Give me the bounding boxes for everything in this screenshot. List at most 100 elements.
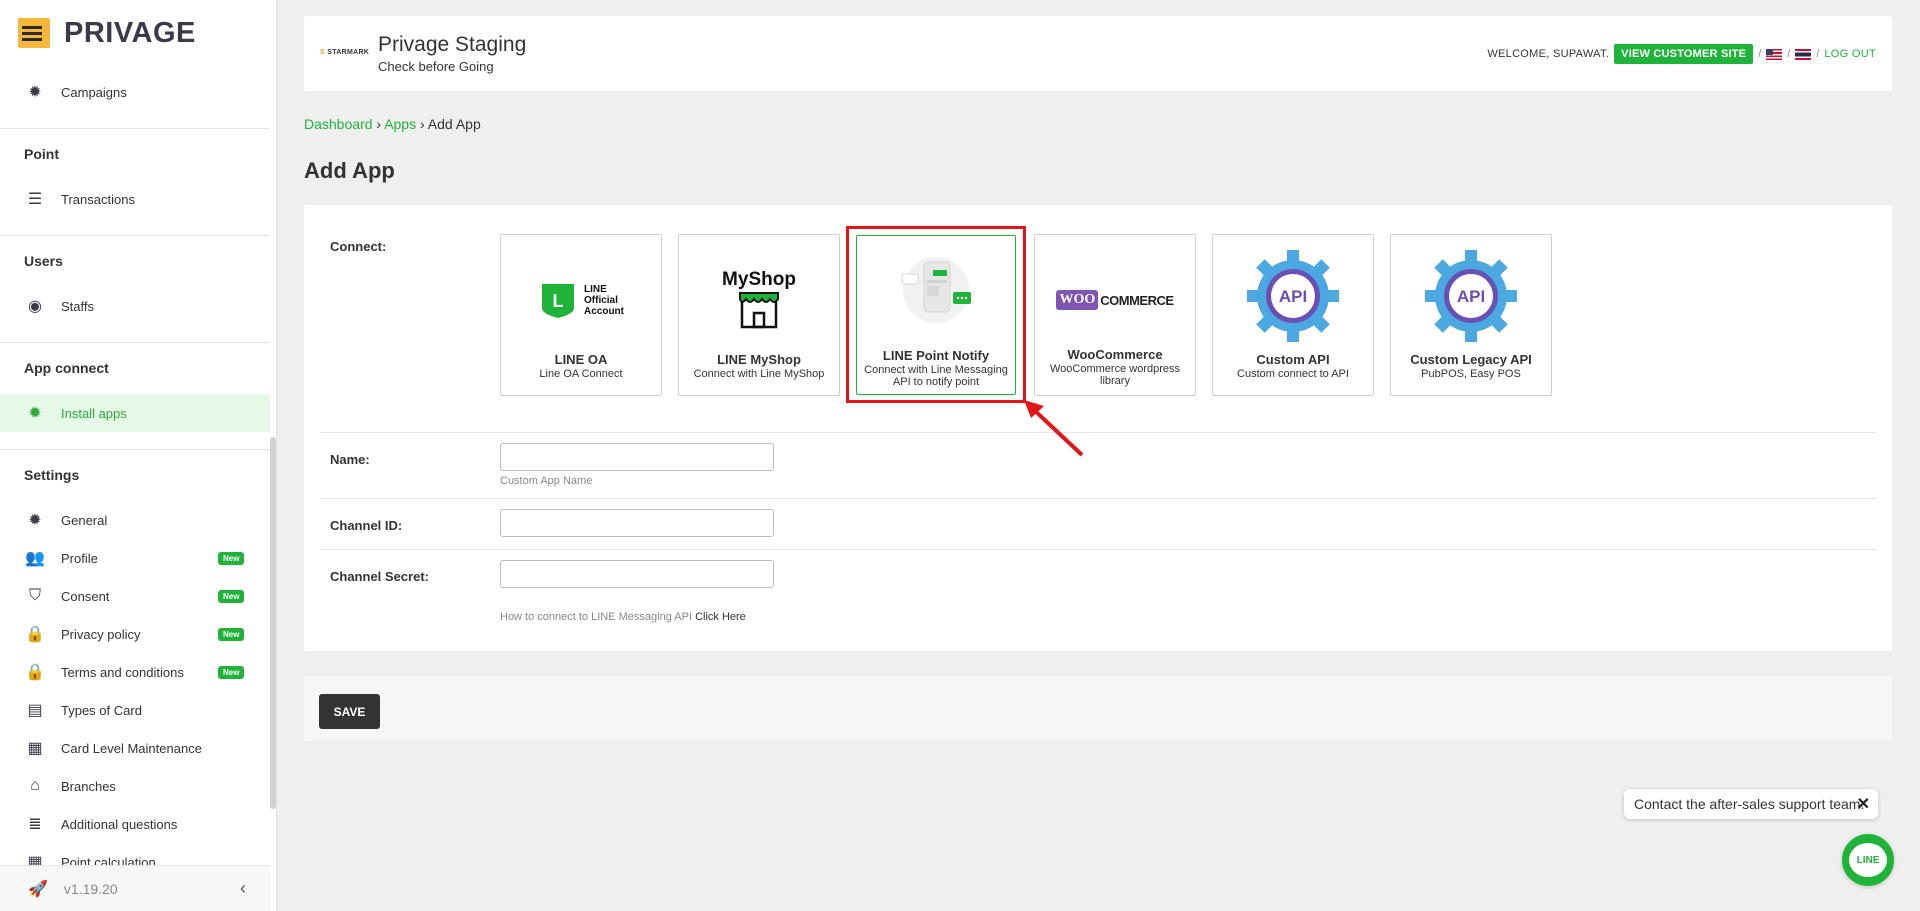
section-point: Point [24,146,59,162]
brand-name: PRIVAGE [64,16,196,49]
app-tile-custom-legacy-api[interactable]: API Custom Legacy API PubPOS, Easy POS [1390,234,1552,396]
myshop-logo: MyShop [679,265,839,335]
sidebar-item-label: Transactions [61,191,135,207]
thai-flag-icon[interactable] [1795,48,1812,60]
support-tooltip: Contact the after-sales support team. ✕ [1624,789,1878,819]
rocket-icon: 🚀 [28,880,48,898]
sidebar-item-staffs[interactable]: ◉ Staffs [0,287,270,325]
id-card-icon: ▤ [27,702,43,719]
breadcrumb-dashboard[interactable]: Dashboard [304,116,373,132]
sidebar-item-branches[interactable]: ⌂ Branches [0,767,270,805]
users-icon: 👥 [25,550,45,567]
sidebar-item-label: Profile [61,550,98,566]
sidebar-item-label: General [61,512,108,528]
svg-text:API: API [1457,287,1485,306]
app-tile-custom-api[interactable]: API Custom API Custom connect to API [1212,234,1374,396]
app-tile-desc: Connect with Line MyShop [693,368,825,380]
breadcrumb-apps[interactable]: Apps [384,116,416,132]
list-icon: ☰ [27,191,43,208]
sidebar-item-transactions[interactable]: ☰ Transactions [0,180,270,218]
sidebar-item-additional-questions[interactable]: ≣ Additional questions [0,805,270,843]
sidebar-item-label: Install apps [61,405,127,421]
starmark-logo: S STARMARK [320,49,370,56]
app-tile-desc: WooCommerce wordpress library [1049,363,1180,387]
us-flag-icon[interactable] [1766,48,1783,60]
section-settings: Settings [24,467,80,483]
gear-icon: ✹ [28,405,42,422]
top-header: S STARMARK Privage Staging Check before … [304,16,1892,91]
api-gear-icon: API [1391,250,1551,342]
app-tile-name: LINE Point Notify [882,348,990,363]
gear-icon: ✹ [28,512,42,529]
line-chat-button[interactable]: LINE [1842,834,1894,886]
api-gear-icon: API [1213,250,1373,342]
close-icon[interactable]: ✕ [1857,794,1870,814]
breadcrumb-current: Add App [427,116,481,132]
messaging-api-help: How to connect to LINE Messaging API Cli… [500,611,746,623]
header-actions: WELCOME, SUPAWAT. VIEW CUSTOMER SITE / /… [1487,44,1876,64]
logout-link[interactable]: LOG OUT [1824,48,1876,60]
sidebar-item-label: Card Level Maintenance [61,740,202,756]
sidebar-item-label: Branches [61,778,116,794]
app-tile-name: LINE MyShop [717,352,801,367]
channel-secret-label: Channel Secret: [330,569,429,584]
sidebar-footer: 🚀 v1.19.20 ‹ [0,865,270,911]
sidebar-item-types-of-card[interactable]: ▤ Types of Card [0,691,270,729]
app-tile-line-point-notify[interactable]: LINE Point Notify Connect with Line Mess… [856,235,1016,395]
sidebar-item-profile[interactable]: 👥 Profile New [0,539,270,577]
shop-icon [739,292,779,329]
click-here-link[interactable]: Click Here [695,611,746,623]
breadcrumb: Dashboard › Apps › Add App [304,116,481,132]
app-tile-name: Custom Legacy API [1410,352,1532,367]
user-circle-icon: ◉ [28,298,42,315]
sidebar-item-general[interactable]: ✹ General [0,501,270,539]
sidebar-item-label: Types of Card [61,702,142,718]
app-tile-desc: Connect with Line Messaging API to notif… [864,364,1008,388]
add-app-form: Connect: L LINE Official Account LINE OA L… [304,205,1892,651]
chevron-left-icon[interactable]: ‹ [240,878,246,899]
sidebar-item-campaigns[interactable]: ✹ Campaigns [0,73,270,111]
lock-icon: 🔒 [25,664,45,681]
sidebar-item-card-level[interactable]: ▦ Card Level Maintenance [0,729,270,767]
save-bar: SAVE [304,676,1892,741]
svg-text:API: API [1279,287,1307,306]
sidebar-item-consent[interactable]: ⛉ Consent New [0,577,270,615]
line-oa-logo: L LINE Official Account [501,265,661,335]
section-users: Users [24,253,63,269]
app-tile-desc: Custom connect to API [1237,368,1349,380]
sidebar-item-terms[interactable]: 🔒 Terms and conditions New [0,653,270,691]
sidebar-item-privacy-policy[interactable]: 🔒 Privacy policy New [0,615,270,653]
app-tile-line-myshop[interactable]: MyShop LINE MyShop Connect with Line MyS… [678,234,840,396]
channel-id-input[interactable] [500,509,774,537]
indent-icon: ≣ [28,816,42,833]
name-hint: Custom App Name [500,475,593,487]
lock-icon: 🔒 [25,626,45,643]
channel-secret-input[interactable] [500,560,774,588]
store-icon: ⌂ [30,777,40,794]
name-label: Name: [330,452,370,467]
document-icon: ▦ [27,740,43,757]
save-button[interactable]: SAVE [319,694,380,729]
app-tile-name: LINE OA [554,352,608,367]
app-tile-woocommerce[interactable]: WOO COMMERCE WooCommerce WooCommerce wor… [1034,234,1196,396]
app-tile-desc: PubPOS, Easy POS [1421,368,1521,380]
channel-id-label: Channel ID: [330,518,403,533]
section-app-connect: App connect [24,360,109,376]
sidebar-item-label: Campaigns [61,84,127,100]
sidebar-scrollbar[interactable] [270,437,276,809]
svg-text:L: L [553,291,564,311]
app-tile-name: Custom API [1256,352,1330,367]
sidebar-item-label: Terms and conditions [61,664,184,680]
new-badge: New [218,666,245,679]
app-tile-line-oa[interactable]: L LINE Official Account LINE OA Line OA Co… [500,234,662,396]
site-subtitle: Check before Going [378,59,494,74]
sidebar-item-label: Additional questions [61,816,178,832]
line-icon: LINE [1849,843,1887,877]
name-input[interactable] [500,443,774,471]
privage-logo-icon [18,18,50,48]
brand-logo[interactable]: PRIVAGE [18,16,196,50]
new-badge: New [218,552,245,565]
sidebar-item-install-apps[interactable]: ✹ Install apps [0,394,270,432]
view-customer-site-button[interactable]: VIEW CUSTOMER SITE [1614,44,1754,64]
new-badge: New [218,590,245,603]
